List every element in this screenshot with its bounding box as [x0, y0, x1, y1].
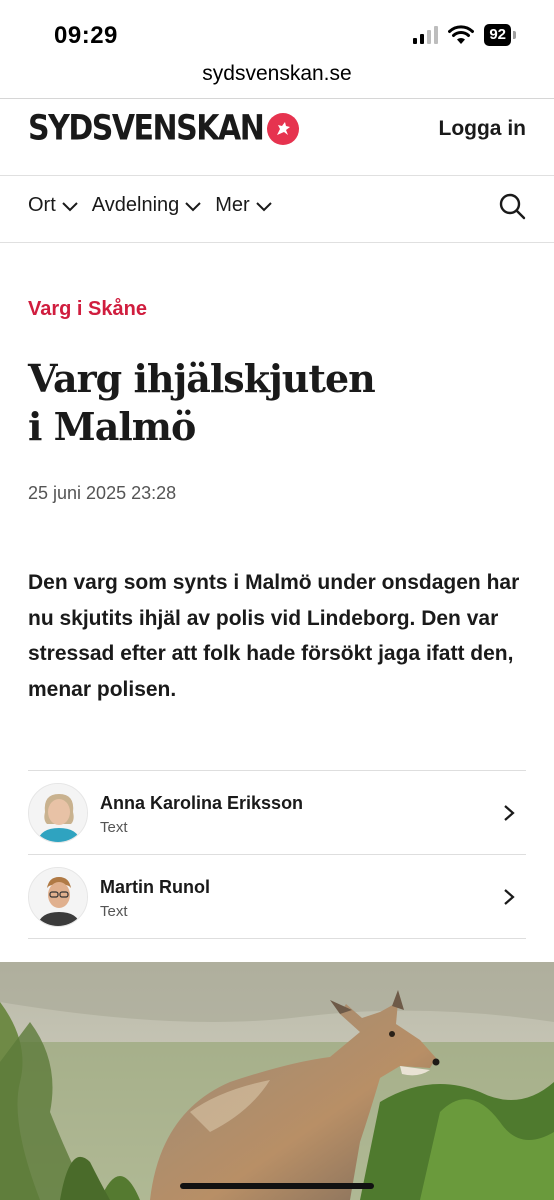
chevron-down-icon [185, 201, 201, 211]
article-date: 25 juni 2025 23:28 [28, 483, 177, 503]
headline-line: i Malmö [28, 404, 196, 449]
status-bar: 09:29 92 [0, 0, 554, 58]
search-icon[interactable] [498, 192, 526, 220]
battery-icon: 92 [484, 24, 516, 46]
status-icons: 92 [413, 24, 516, 46]
nav-item-label: Mer [215, 194, 250, 216]
article-photo[interactable] [0, 962, 554, 1200]
author-role: Text [100, 819, 128, 836]
divider [0, 242, 554, 243]
avatar [28, 783, 88, 843]
nav-item-label: Avdelning [91, 194, 180, 216]
cellular-signal-icon [413, 26, 439, 44]
nav-item-ort[interactable]: Ort [28, 194, 80, 217]
section-nav: Ort Avdelning Mer [0, 176, 554, 242]
article-lead: Den varg som synts i Malmö under onsdage… [28, 571, 520, 701]
chevron-down-icon [62, 201, 78, 211]
author-row[interactable]: Martin Runol Text [28, 855, 526, 939]
divider [28, 938, 526, 939]
chevron-right-icon [504, 889, 515, 905]
author-row[interactable]: Anna Karolina Eriksson Text [28, 771, 526, 855]
nav-item-avdelning[interactable]: Avdelning [92, 194, 203, 217]
logo-text: SYDSVENSKAN [28, 108, 265, 149]
chevron-right-icon [504, 805, 515, 821]
nav-item-label: Ort [28, 194, 56, 216]
site-logo[interactable]: SYDSVENSKAN [28, 108, 300, 149]
battery-level: 92 [484, 24, 511, 46]
author-name: Anna Karolina Eriksson [100, 793, 304, 813]
article-headline: Varg ihjälskjuten i Malmö [28, 355, 528, 451]
avatar [28, 867, 88, 927]
griffin-logo-icon [267, 112, 300, 145]
author-role: Text [100, 903, 128, 920]
chevron-down-icon [256, 201, 272, 211]
article-kicker[interactable]: Varg i Skåne [28, 298, 147, 321]
nav-item-mer[interactable]: Mer [215, 194, 273, 217]
login-button[interactable]: Logga in [439, 117, 527, 141]
wifi-icon [448, 25, 475, 44]
site-header: SYDSVENSKAN Logga in [0, 99, 554, 175]
url-bar[interactable]: sydsvenskan.se [0, 58, 554, 98]
headline-line: Varg ihjälskjuten [28, 356, 376, 401]
home-indicator [180, 1183, 374, 1189]
author-name: Martin Runol [100, 877, 210, 897]
status-time: 09:29 [54, 22, 118, 49]
